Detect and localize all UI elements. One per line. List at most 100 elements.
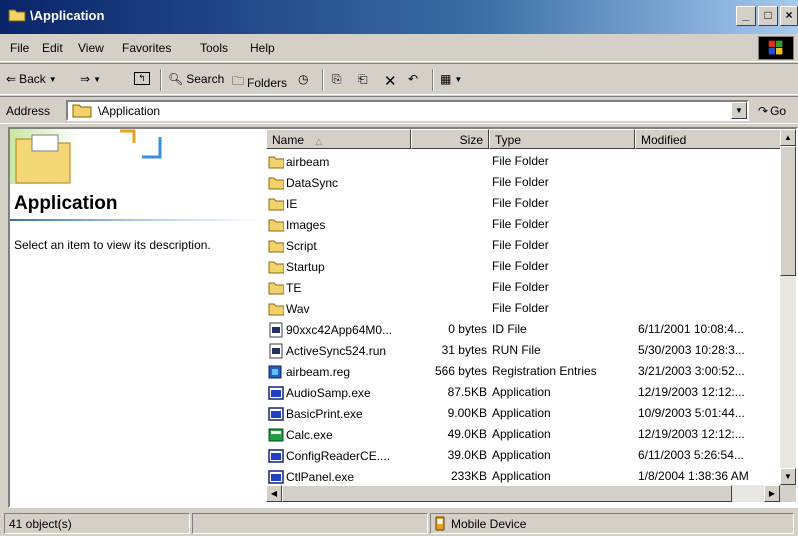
file-name: TE <box>286 281 302 295</box>
scroll-right-button[interactable]: ▶ <box>764 485 780 502</box>
file-type: File Folder <box>492 301 549 315</box>
title-divider <box>10 219 260 221</box>
file-size: 9.00KB <box>447 406 487 420</box>
go-button[interactable]: ↷ Go <box>758 104 786 118</box>
file-modified: 10/9/2003 5:01:44... <box>638 406 745 420</box>
file-row[interactable]: airbeam File Folder <box>266 151 780 172</box>
minimize-button[interactable]: _ <box>736 6 756 26</box>
file-name: Images <box>286 218 326 232</box>
maximize-button[interactable]: □ <box>758 6 778 26</box>
file-row[interactable]: BasicPrint.exe 9.00KB Application 10/9/2003… <box>266 403 780 424</box>
file-size: 233KB <box>450 469 487 483</box>
folder-title: Application <box>14 193 118 214</box>
dropdown-arrow-icon: ▼ <box>48 74 57 84</box>
folder-icon <box>72 104 92 118</box>
file-modified: 1/8/2004 1:38:36 AM <box>638 469 749 483</box>
file-type: Application <box>492 469 551 483</box>
status-bar: 41 object(s) Mobile Device <box>0 510 798 536</box>
file-type: ID File <box>492 322 527 336</box>
menu-help[interactable]: Help <box>250 41 275 55</box>
file-name: IE <box>286 197 298 211</box>
file-size: 87.5KB <box>447 385 487 399</box>
menu-edit[interactable]: Edit <box>42 41 63 55</box>
folder-icon <box>268 303 284 316</box>
file-row[interactable]: AudioSamp.exe 87.5KB Application 12/19/2003… <box>266 382 780 403</box>
dropdown-arrow-icon: ▼ <box>454 74 463 84</box>
close-button[interactable]: × <box>780 6 798 26</box>
menu-tools[interactable]: Tools <box>200 41 228 55</box>
copy-to-icon: ⎗ <box>358 72 368 86</box>
file-type: File Folder <box>492 154 549 168</box>
file-type: File Folder <box>492 259 549 273</box>
file-type: File Folder <box>492 196 549 210</box>
history-button[interactable]: ◷ <box>298 72 308 86</box>
menu-bar: File Edit View Favorites Tools Help <box>0 34 798 62</box>
file-row[interactable]: IE File Folder <box>266 193 780 214</box>
address-dropdown-button[interactable]: ▼ <box>731 102 747 119</box>
folders-icon: 🗀 <box>232 74 245 88</box>
menu-file[interactable]: File <box>10 41 29 55</box>
move-to-icon: ⎘ <box>332 72 342 86</box>
file-row[interactable]: CtlPanel.exe 233KB Application 1/8/2004 1:3… <box>266 466 780 485</box>
sort-ascending-icon: △ <box>315 136 323 146</box>
file-name-cell: Images <box>268 217 325 233</box>
views-button[interactable]: ▦ ▼ <box>440 72 462 86</box>
title-bar: \Application _ □ × <box>0 0 798 34</box>
file-row[interactable]: airbeam.reg 566 bytes Registration Entries… <box>266 361 780 382</box>
file-row[interactable]: Wav File Folder <box>266 298 780 319</box>
up-folder-button[interactable]: ↰ <box>134 72 150 85</box>
folder-banner-icon <box>10 129 162 184</box>
file-type: Application <box>492 406 551 420</box>
file-row[interactable]: TE File Folder <box>266 277 780 298</box>
move-to-button[interactable]: ⎘ <box>332 72 342 87</box>
menu-favorites[interactable]: Favorites <box>122 41 171 55</box>
file-row[interactable]: Images File Folder <box>266 214 780 235</box>
scroll-up-button[interactable]: ▲ <box>780 129 796 146</box>
left-pane: Application Select an item to view its d… <box>10 129 266 506</box>
column-header-type[interactable]: Type <box>489 129 635 149</box>
file-name-cell: DataSync <box>268 175 338 191</box>
up-folder-icon: ↰ <box>134 72 150 85</box>
file-row[interactable]: DataSync File Folder <box>266 172 780 193</box>
folder-icon <box>268 240 284 253</box>
copy-to-button[interactable]: ⎗ <box>358 72 368 87</box>
file-name: Startup <box>286 260 325 274</box>
address-bar: Address \Application ▼ ↷ Go <box>0 96 798 124</box>
status-location: Mobile Device <box>430 513 794 534</box>
file-size: 566 bytes <box>434 364 487 378</box>
column-header-size[interactable]: Size <box>411 129 489 149</box>
file-size: 39.0KB <box>447 448 487 462</box>
file-type: File Folder <box>492 238 549 252</box>
scroll-left-button[interactable]: ◀ <box>266 485 282 502</box>
back-button[interactable]: ⇐ Back ▼ <box>6 72 57 86</box>
file-modified: 12/19/2003 12:12:... <box>638 385 745 399</box>
menu-view[interactable]: View <box>78 41 104 55</box>
file-row[interactable]: Calc.exe 49.0KB Application 12/19/2003 12:1… <box>266 424 780 445</box>
vertical-scroll-thumb[interactable] <box>780 146 796 276</box>
horizontal-scroll-thumb[interactable] <box>282 485 732 502</box>
forward-button[interactable]: ⇒ ▼ <box>80 72 101 86</box>
file-row[interactable]: ConfigReaderCE.... 39.0KB Application 6/11/… <box>266 445 780 466</box>
scroll-down-button[interactable]: ▼ <box>780 468 796 485</box>
search-button[interactable]: 🔍︎ Search <box>168 72 224 86</box>
column-header-name[interactable]: Name △ <box>266 129 411 149</box>
delete-button[interactable]: ✕ <box>384 72 397 90</box>
vertical-scrollbar[interactable]: ▲ ▼ <box>780 129 796 485</box>
column-header-modified[interactable]: Modified <box>635 129 780 149</box>
file-row[interactable]: ActiveSync524.run 31 bytes RUN File 5/30/20… <box>266 340 780 361</box>
folder-icon <box>268 261 284 274</box>
toolbar-separator <box>432 69 434 91</box>
file-modified: 6/11/2003 5:26:54... <box>638 448 744 462</box>
file-row[interactable]: Script File Folder <box>266 235 780 256</box>
file-name: Script <box>286 239 317 253</box>
folder-icon <box>268 219 284 232</box>
undo-button[interactable]: ↶ <box>408 72 418 86</box>
views-icon: ▦ <box>440 72 452 86</box>
file-type: File Folder <box>492 217 549 231</box>
undo-icon: ↶ <box>408 72 419 86</box>
address-field[interactable]: \Application ▼ <box>66 100 749 121</box>
folders-button[interactable]: 🗀 Folders <box>232 72 287 93</box>
file-row[interactable]: 90xxc42App64M0... 0 bytes ID File 6/11/2001… <box>266 319 780 340</box>
horizontal-scrollbar[interactable]: ◀ ▶ <box>266 485 780 502</box>
file-row[interactable]: Startup File Folder <box>266 256 780 277</box>
